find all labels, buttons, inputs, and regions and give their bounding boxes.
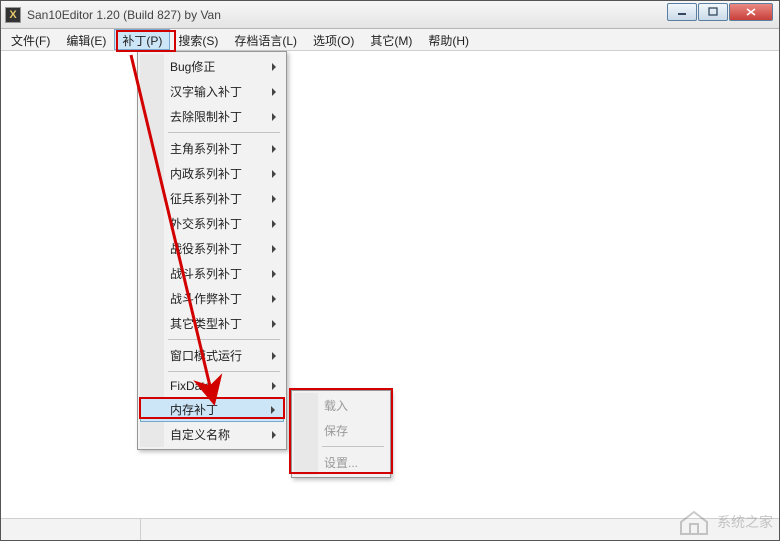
- menu-item-label: 外交系列补丁: [170, 217, 242, 231]
- menu-other[interactable]: 其它(M): [362, 29, 420, 50]
- menu-search[interactable]: 搜索(S): [170, 29, 226, 50]
- menu-separator: [168, 339, 280, 340]
- memory-submenu-load[interactable]: 载入: [294, 393, 388, 418]
- submenu-arrow-icon: [272, 245, 276, 253]
- menu-file[interactable]: 文件(F): [3, 29, 58, 50]
- menu-item-label: 窗口模式运行: [170, 349, 242, 363]
- submenu-arrow-icon: [272, 270, 276, 278]
- menu-item-label: 战斗系列补丁: [170, 267, 242, 281]
- menu-item-label: 战斗作弊补丁: [170, 292, 242, 306]
- status-bar: [1, 518, 779, 540]
- submenu-arrow-icon: [272, 431, 276, 439]
- patch-item-main-char[interactable]: 主角系列补丁: [140, 136, 284, 161]
- submenu-arrow-icon: [272, 352, 276, 360]
- submenu-arrow-icon: [272, 195, 276, 203]
- minimize-button[interactable]: [667, 3, 697, 21]
- menu-item-label: 去除限制补丁: [170, 110, 242, 124]
- menu-help[interactable]: 帮助(H): [420, 29, 477, 50]
- maximize-button[interactable]: [698, 3, 728, 21]
- memory-patch-submenu: 载入 保存 设置...: [291, 390, 391, 478]
- menu-separator: [322, 446, 384, 447]
- submenu-arrow-icon: [272, 113, 276, 121]
- menu-item-label: Bug修正: [170, 60, 215, 74]
- menu-item-label: 其它类型补丁: [170, 317, 242, 331]
- menu-item-label: 征兵系列补丁: [170, 192, 242, 206]
- menu-item-label: 汉字输入补丁: [170, 85, 242, 99]
- submenu-arrow-icon: [272, 63, 276, 71]
- submenu-arrow-icon: [271, 406, 275, 414]
- submenu-arrow-icon: [272, 88, 276, 96]
- memory-submenu-save[interactable]: 保存: [294, 418, 388, 443]
- menu-item-label: 自定义名称: [170, 428, 230, 442]
- menu-bar: 文件(F) 编辑(E) 补丁(P) 搜索(S) 存档语言(L) 选项(O) 其它…: [1, 29, 779, 51]
- menu-item-label: 战役系列补丁: [170, 242, 242, 256]
- submenu-arrow-icon: [272, 220, 276, 228]
- patch-item-remove-limit[interactable]: 去除限制补丁: [140, 104, 284, 129]
- window-title: San10Editor 1.20 (Build 827) by Van: [27, 8, 221, 22]
- patch-item-battle[interactable]: 战斗系列补丁: [140, 261, 284, 286]
- patch-item-windowed-mode[interactable]: 窗口模式运行: [140, 343, 284, 368]
- patch-item-hanzi-input[interactable]: 汉字输入补丁: [140, 79, 284, 104]
- submenu-arrow-icon: [272, 170, 276, 178]
- close-button[interactable]: [729, 3, 773, 21]
- patch-item-other-type[interactable]: 其它类型补丁: [140, 311, 284, 336]
- menu-save-language[interactable]: 存档语言(L): [226, 29, 305, 50]
- menu-item-label: FixData: [170, 379, 211, 393]
- menu-item-label: 保存: [324, 424, 348, 438]
- menu-edit[interactable]: 编辑(E): [58, 29, 114, 50]
- window-controls: [667, 3, 773, 21]
- patch-item-memory-patch[interactable]: 内存补丁: [140, 397, 284, 422]
- submenu-arrow-icon: [272, 145, 276, 153]
- patch-item-fixdata[interactable]: FixData: [140, 375, 284, 397]
- submenu-arrow-icon: [272, 295, 276, 303]
- patch-item-diplomacy[interactable]: 外交系列补丁: [140, 211, 284, 236]
- patch-item-internal-affairs[interactable]: 内政系列补丁: [140, 161, 284, 186]
- submenu-arrow-icon: [272, 382, 276, 390]
- patch-dropdown: Bug修正 汉字输入补丁 去除限制补丁 主角系列补丁 内政系列补丁 征兵系列补丁…: [137, 51, 287, 450]
- menu-patch[interactable]: 补丁(P): [114, 29, 170, 50]
- menu-separator: [168, 132, 280, 133]
- patch-item-recruit[interactable]: 征兵系列补丁: [140, 186, 284, 211]
- patch-item-bugfix[interactable]: Bug修正: [140, 54, 284, 79]
- patch-item-campaign[interactable]: 战役系列补丁: [140, 236, 284, 261]
- patch-item-battle-cheat[interactable]: 战斗作弊补丁: [140, 286, 284, 311]
- submenu-arrow-icon: [272, 320, 276, 328]
- menu-options[interactable]: 选项(O): [305, 29, 362, 50]
- menu-item-label: 内存补丁: [170, 403, 218, 417]
- app-icon: X: [5, 7, 21, 23]
- patch-item-custom-name[interactable]: 自定义名称: [140, 422, 284, 447]
- menu-item-label: 载入: [324, 399, 348, 413]
- menu-item-label: 设置...: [324, 456, 358, 470]
- menu-item-label: 内政系列补丁: [170, 167, 242, 181]
- title-bar: X San10Editor 1.20 (Build 827) by Van: [1, 1, 779, 29]
- menu-separator: [168, 371, 280, 372]
- menu-item-label: 主角系列补丁: [170, 142, 242, 156]
- memory-submenu-settings[interactable]: 设置...: [294, 450, 388, 475]
